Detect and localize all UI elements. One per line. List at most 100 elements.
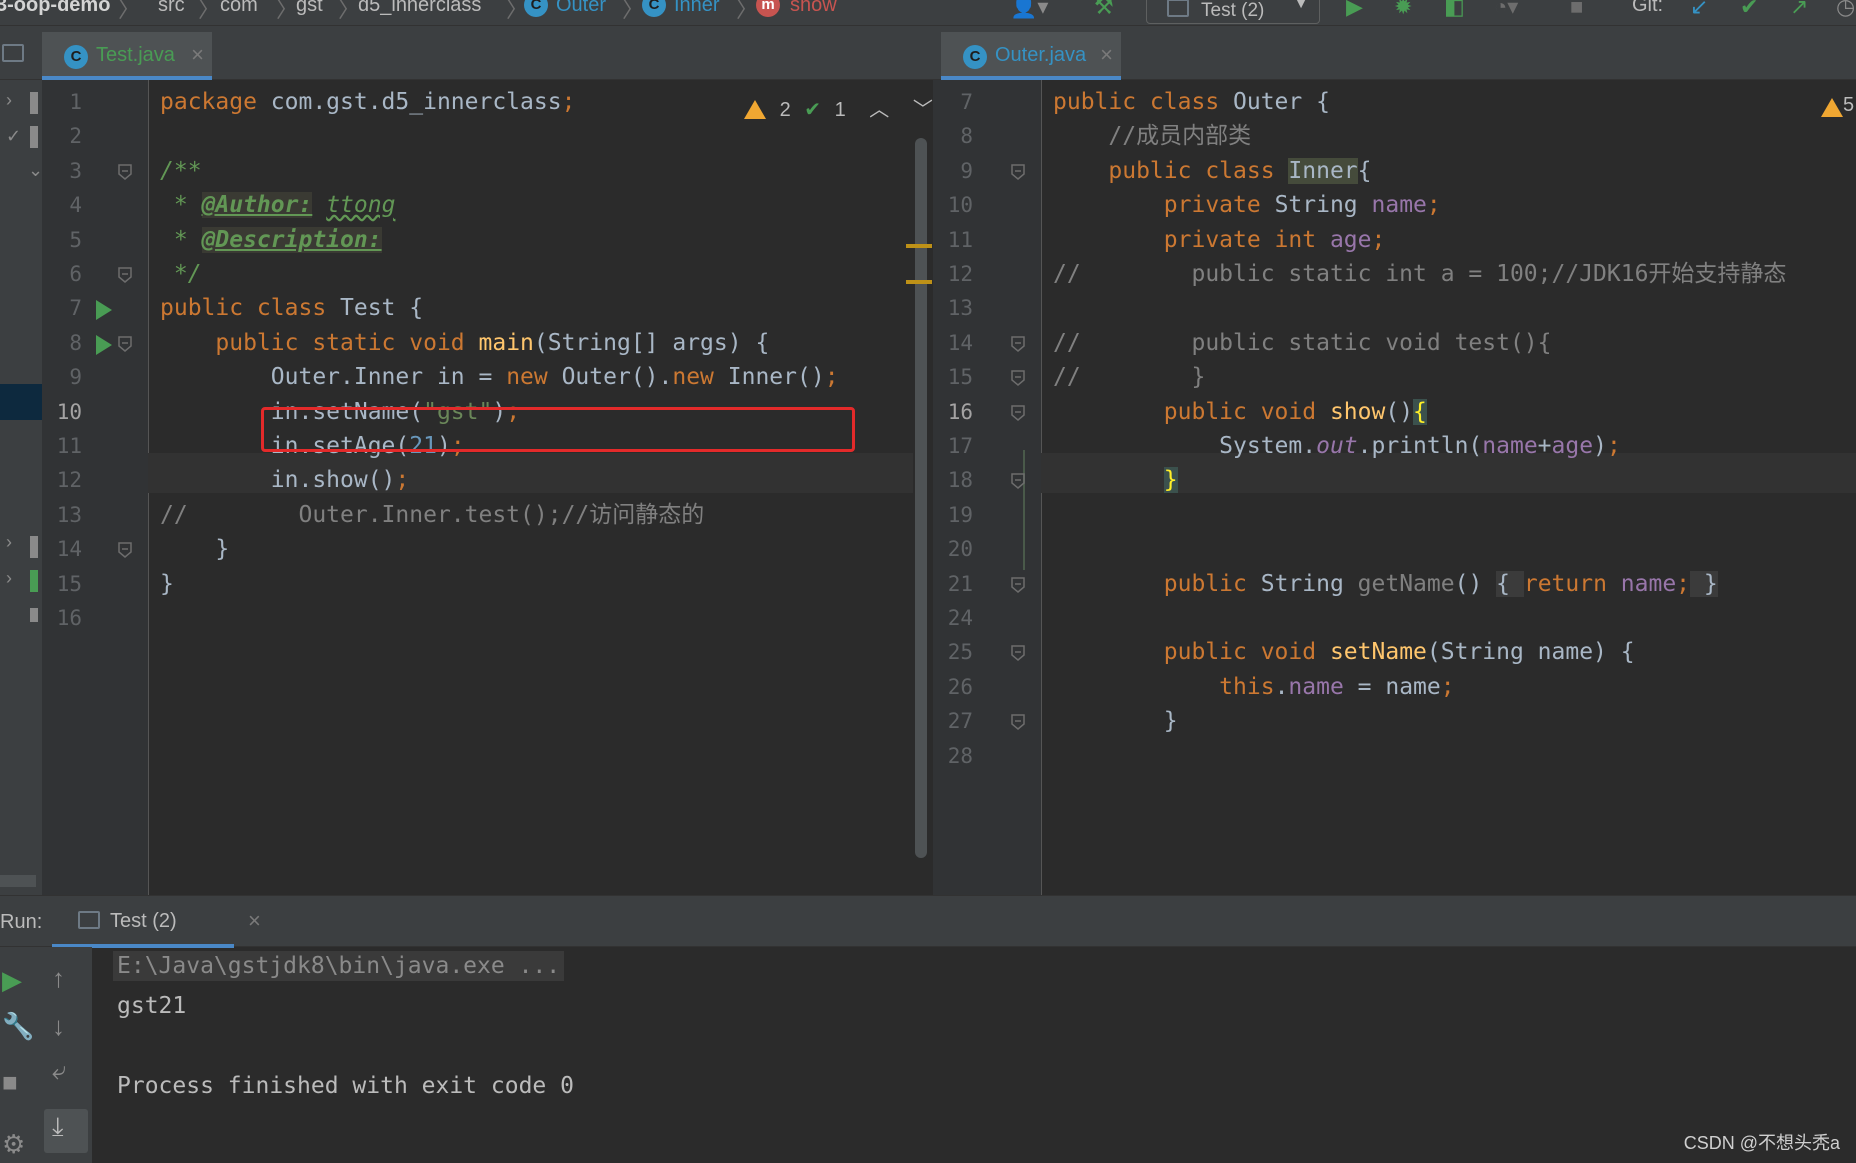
code-line: this.name = name; bbox=[1053, 673, 1454, 701]
code-line: Outer.Inner in = new Outer().new Inner()… bbox=[160, 363, 839, 391]
line-number: 28 bbox=[947, 743, 973, 768]
code-token: public bbox=[1053, 570, 1261, 597]
code-token: @Author: bbox=[201, 192, 313, 219]
line-number: 16 bbox=[947, 399, 973, 424]
code-token: in.show() bbox=[160, 467, 396, 494]
tab-outer-java[interactable]: C Outer.java × bbox=[941, 32, 1121, 80]
fold-marker-icon[interactable] bbox=[1009, 472, 1027, 490]
coverage-icon[interactable]: ◧ bbox=[1444, 0, 1465, 20]
code-line: public String getName() { return name; } bbox=[1053, 570, 1718, 598]
next-highlight-icon[interactable]: ﹀ bbox=[913, 99, 933, 121]
breadcrumb-package[interactable]: d5_innerclass bbox=[358, 0, 481, 17]
soft-wrap-icon[interactable]: ⤶ bbox=[52, 1055, 67, 1087]
code-token: { bbox=[1357, 157, 1372, 184]
code-token: ; bbox=[1371, 226, 1386, 253]
scroll-up-icon[interactable]: ↑ bbox=[52, 963, 65, 994]
expand-arrow-icon[interactable]: › bbox=[6, 90, 12, 111]
fold-marker-icon[interactable] bbox=[116, 163, 134, 181]
rerun-icon[interactable]: ▶ bbox=[2, 965, 22, 996]
expand-arrow-icon[interactable]: › bbox=[6, 568, 12, 589]
fold-marker-icon[interactable] bbox=[1009, 644, 1027, 662]
warning-icon bbox=[744, 100, 766, 119]
warning-stripe-marker[interactable] bbox=[906, 244, 932, 248]
breadcrumb-src[interactable]: src bbox=[158, 0, 185, 17]
line-number: 27 bbox=[947, 709, 973, 734]
run-configuration-select[interactable]: Test (2) ▼ bbox=[1146, 0, 1320, 24]
expand-arrow-icon[interactable]: › bbox=[6, 532, 12, 553]
code-token: public class bbox=[160, 295, 341, 322]
check-icon: ✔ bbox=[804, 99, 822, 121]
user-icon[interactable]: 👤▾ bbox=[1010, 0, 1048, 20]
line-number: 24 bbox=[947, 606, 973, 630]
breadcrumb-class-inner[interactable]: Inner bbox=[674, 0, 720, 17]
code-token: name bbox=[1482, 433, 1538, 459]
horizontal-scrollbar[interactable] bbox=[0, 875, 36, 887]
line-number: 19 bbox=[947, 502, 973, 527]
profile-icon[interactable]: ◔▾ bbox=[1494, 0, 1518, 20]
fold-marker-icon[interactable] bbox=[1009, 713, 1027, 731]
fold-marker-icon[interactable] bbox=[1009, 335, 1027, 353]
code-line: } bbox=[160, 535, 229, 563]
line-number: 2 bbox=[69, 124, 82, 149]
code-token: // public static int a = 100;//JDK16开始支持… bbox=[1053, 261, 1787, 287]
wrench-icon[interactable]: 🔧 bbox=[2, 1011, 34, 1042]
breadcrumb-gst[interactable]: gst bbox=[296, 0, 323, 17]
stop-icon[interactable]: ■ bbox=[2, 1067, 18, 1098]
code-line: } bbox=[160, 570, 174, 598]
tab-test-java[interactable]: C Test.java × bbox=[42, 32, 212, 80]
code-token: //成员内部类 bbox=[1053, 123, 1252, 150]
history-icon[interactable]: ◷ bbox=[1836, 0, 1855, 20]
line-number: 20 bbox=[947, 537, 973, 562]
code-line: private String name; bbox=[1053, 191, 1441, 219]
code-token: public void bbox=[1053, 398, 1330, 425]
fold-marker-icon[interactable] bbox=[1009, 404, 1027, 422]
previous-highlight-icon[interactable]: ︿ bbox=[869, 99, 889, 121]
close-icon[interactable]: × bbox=[248, 908, 261, 934]
fold-marker-icon[interactable] bbox=[1009, 163, 1027, 181]
fold-marker-icon[interactable] bbox=[1009, 576, 1027, 594]
panel-icon[interactable] bbox=[2, 44, 24, 62]
code-line: in.show(); bbox=[160, 466, 410, 494]
fold-marker-icon[interactable] bbox=[116, 541, 134, 559]
fold-marker-icon[interactable] bbox=[1009, 369, 1027, 387]
run-config-icon bbox=[1167, 0, 1189, 17]
annotation-highlight-box bbox=[261, 407, 855, 452]
close-icon[interactable]: × bbox=[1100, 42, 1113, 68]
breadcrumb-class-outer[interactable]: Outer bbox=[556, 0, 606, 17]
run-icon[interactable]: ▶ bbox=[1346, 0, 1363, 20]
right-editor-tabs: C Outer.java × bbox=[933, 26, 1856, 80]
git-push-icon[interactable]: ↗ bbox=[1790, 0, 1808, 20]
breadcrumb-project[interactable]: 3-oop-demo bbox=[0, 0, 110, 17]
build-hammer-icon[interactable]: ⚒ bbox=[1094, 0, 1114, 20]
right-code-editor[interactable]: 7 public class Outer {8 //成员内部类 9 public c… bbox=[933, 80, 1856, 895]
close-icon[interactable]: × bbox=[191, 42, 204, 68]
run-gutter-icon[interactable] bbox=[96, 300, 112, 321]
run-gutter-icon[interactable] bbox=[96, 334, 112, 355]
warning-stripe-marker[interactable] bbox=[906, 280, 932, 284]
scroll-down-icon[interactable]: ↓ bbox=[52, 1011, 65, 1042]
git-commit-icon[interactable]: ✔ bbox=[1740, 0, 1758, 20]
code-token: public class bbox=[1053, 89, 1234, 115]
fold-marker-icon[interactable] bbox=[116, 266, 134, 284]
breadcrumb-method-show[interactable]: show bbox=[790, 0, 837, 17]
line-number: 17 bbox=[947, 434, 973, 458]
code-token: ; bbox=[395, 467, 410, 494]
inspection-widget[interactable]: 2 ✔ 1 ︿ ﹀ bbox=[744, 93, 941, 122]
debug-icon[interactable]: ✹ bbox=[1394, 0, 1412, 20]
stop-icon[interactable]: ■ bbox=[1570, 0, 1583, 20]
breadcrumb-separator: 〉 bbox=[338, 0, 361, 22]
code-token: Inner() bbox=[727, 364, 825, 391]
scroll-to-end-icon[interactable]: ⤓ bbox=[52, 1111, 64, 1143]
fold-marker-icon[interactable] bbox=[116, 335, 134, 353]
class-icon: C bbox=[963, 45, 987, 69]
breadcrumb-com[interactable]: com bbox=[220, 0, 258, 17]
line-number: 10 bbox=[56, 399, 82, 424]
run-tab[interactable]: Test (2) × bbox=[52, 896, 261, 948]
line-number: 6 bbox=[69, 262, 82, 286]
chevron-down-icon[interactable]: ⌄ bbox=[28, 160, 43, 181]
line-number: 18 bbox=[947, 468, 973, 493]
git-update-icon[interactable]: ↙ bbox=[1690, 0, 1708, 20]
settings-gear-icon[interactable]: ⚙ bbox=[2, 1129, 25, 1160]
code-token: name bbox=[1620, 570, 1677, 597]
left-code-editor[interactable]: 1 package com.gst.d5_innerclass; 2 3 /** 4 * … bbox=[42, 80, 933, 895]
